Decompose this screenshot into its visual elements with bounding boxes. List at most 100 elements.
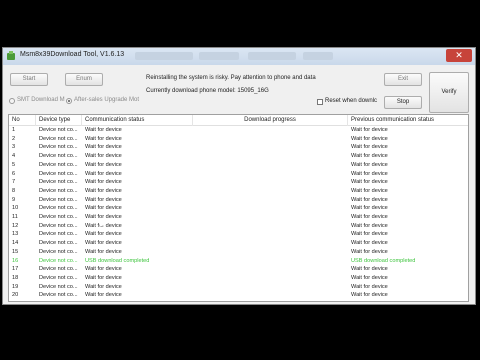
- header-device-type[interactable]: Device type: [36, 115, 82, 126]
- exit-button[interactable]: Exit: [384, 73, 422, 86]
- row-download-progress: [193, 222, 348, 231]
- table-row[interactable]: 17 Device not co... Wait for device Wait fo…: [9, 265, 468, 274]
- row-device-type: Device not co...: [39, 266, 78, 273]
- table-row[interactable]: 2 Device not co... Wait for device Wait for…: [9, 135, 468, 144]
- smt-download-radio[interactable]: [9, 98, 15, 104]
- row-device-type: Device not co...: [39, 161, 78, 168]
- table-row[interactable]: 13 Device not co... Wait for device Wait fo…: [9, 230, 468, 239]
- row-device-type: Device not co...: [39, 179, 78, 186]
- table-row[interactable]: 3 Device not co... Wait for device Wait for…: [9, 143, 468, 152]
- row-previous-status: Wait for device: [351, 292, 388, 299]
- table-row[interactable]: 12 Device not co... Wait for device Wait fo…: [9, 222, 468, 231]
- row-number: 8: [12, 187, 16, 194]
- row-download-progress: [193, 143, 348, 152]
- row-device-type: Device not co...: [39, 170, 78, 177]
- blurred-title-region: [248, 52, 296, 60]
- row-device-type: Device not co...: [39, 274, 78, 281]
- row-previous-status: Wait for device: [351, 187, 388, 194]
- row-communication-status: Wait for device: [85, 231, 122, 238]
- row-communication-status: Wait for device: [85, 135, 122, 142]
- row-number: 12: [12, 222, 19, 229]
- row-previous-status: Wait for device: [351, 266, 388, 273]
- row-number: 6: [12, 170, 16, 177]
- header-communication-status[interactable]: Communication status: [82, 115, 193, 126]
- row-communication-status: Wait for device: [85, 248, 122, 255]
- row-download-progress: [193, 204, 348, 213]
- table-row[interactable]: 7 Device not co... Wait for device Wait for…: [9, 178, 468, 187]
- row-number: 2: [12, 135, 16, 142]
- table-row[interactable]: 9 Device not co... Wait for device Wait for…: [9, 196, 468, 205]
- row-communication-status: Wait for device: [85, 144, 122, 151]
- row-number: 14: [12, 240, 19, 247]
- row-device-type: Device not co...: [39, 257, 78, 264]
- row-device-type: Device not co...: [39, 292, 78, 299]
- table-row[interactable]: 8 Device not co... Wait for device Wait for…: [9, 187, 468, 196]
- after-sales-upgrade-radio[interactable]: [66, 98, 72, 104]
- row-number: 13: [12, 231, 19, 238]
- row-communication-status: Wait for device: [85, 196, 122, 203]
- row-number: 5: [12, 161, 16, 168]
- row-previous-status: Wait for device: [351, 248, 388, 255]
- risk-warning-text: Reinstalling the system is risky. Pay at…: [146, 75, 316, 81]
- reset-when-download-label: Reset when downlc: [325, 98, 378, 104]
- row-previous-status: Wait for device: [351, 161, 388, 168]
- window-title: Msm8x39Download Tool, V1.6.13: [20, 51, 125, 58]
- reset-when-download-checkbox[interactable]: [317, 99, 323, 105]
- row-download-progress: [193, 126, 348, 135]
- row-device-type: Device not co...: [39, 248, 78, 255]
- row-number: 1: [12, 127, 16, 133]
- blurred-title-region: [199, 52, 239, 60]
- table-row[interactable]: 14 Device not co... Wait for device Wait fo…: [9, 239, 468, 248]
- row-communication-status: Wait for device: [85, 292, 122, 299]
- table-row[interactable]: 4 Device not co... Wait for device Wait for…: [9, 152, 468, 161]
- row-previous-status: Wait for device: [351, 144, 388, 151]
- row-device-type: Device not co...: [39, 196, 78, 203]
- verify-button[interactable]: Verify: [429, 72, 469, 113]
- table-row[interactable]: 18 Device not co... Wait for device Wait fo…: [9, 274, 468, 283]
- row-device-type: Device not co...: [39, 144, 78, 151]
- row-number: 19: [12, 283, 19, 290]
- row-previous-status: Wait for device: [351, 153, 388, 160]
- row-previous-status: Wait for device: [351, 283, 388, 290]
- close-button[interactable]: ✕: [446, 49, 472, 62]
- row-device-type: Device not co...: [39, 240, 78, 247]
- row-download-progress: [193, 196, 348, 205]
- row-device-type: Device not co...: [39, 214, 78, 220]
- table-row[interactable]: 5 Device not co... Wait for device Wait for…: [9, 161, 468, 170]
- row-previous-status: Wait for device: [351, 205, 388, 212]
- row-device-type: Device not co...: [39, 222, 78, 229]
- row-previous-status: Wait for device: [351, 231, 388, 238]
- table-row[interactable]: 1 Device not co... Wait for device Wait for…: [9, 126, 468, 135]
- row-previous-status: Wait for device: [351, 222, 388, 229]
- start-button[interactable]: Start: [10, 73, 48, 86]
- table-row[interactable]: 16 Device not co... USB download completed…: [9, 257, 468, 266]
- row-number: 16: [12, 257, 19, 264]
- table-row[interactable]: 19 Device not co... Wait for device Wait fo…: [9, 283, 468, 292]
- title-bar[interactable]: Msm8x39Download Tool, V1.6.13 ✕: [3, 48, 475, 65]
- device-table: No Device type Communication status Down…: [8, 114, 469, 302]
- after-sales-upgrade-label: After-sales Upgrade Mot: [74, 97, 140, 103]
- header-download-progress[interactable]: Download progress: [193, 115, 348, 126]
- row-communication-status: USB download completed: [85, 257, 150, 264]
- header-no[interactable]: No: [9, 115, 36, 126]
- row-number: 20: [12, 292, 19, 299]
- row-communication-status: Wait for device: [85, 205, 122, 212]
- table-row[interactable]: 20 Device not co... Wait for device Wait fo…: [9, 291, 468, 300]
- table-row[interactable]: 15 Device not co... Wait for device Wait fo…: [9, 248, 468, 257]
- enum-button[interactable]: Enum: [65, 73, 103, 86]
- row-number: 18: [12, 274, 19, 281]
- row-previous-status: USB download completed: [351, 257, 416, 264]
- row-communication-status: Wait for device: [85, 153, 122, 160]
- row-download-progress: [193, 239, 348, 248]
- stop-button[interactable]: Stop: [384, 96, 422, 109]
- row-previous-status: Wait for device: [351, 214, 388, 220]
- blurred-title-region: [135, 52, 193, 60]
- row-communication-status: Wait for device: [85, 283, 122, 290]
- table-row[interactable]: 6 Device not co... Wait for device Wait for…: [9, 170, 468, 179]
- table-row[interactable]: 10 Device not co... Wait for device Wait fo…: [9, 204, 468, 213]
- row-device-type: Device not co...: [39, 283, 78, 290]
- table-row[interactable]: 11 Device not co... Wait for device Wait fo…: [9, 213, 468, 222]
- row-number: 3: [12, 144, 16, 151]
- row-download-progress: [193, 213, 348, 222]
- header-previous-status[interactable]: Previous communication status: [348, 115, 468, 126]
